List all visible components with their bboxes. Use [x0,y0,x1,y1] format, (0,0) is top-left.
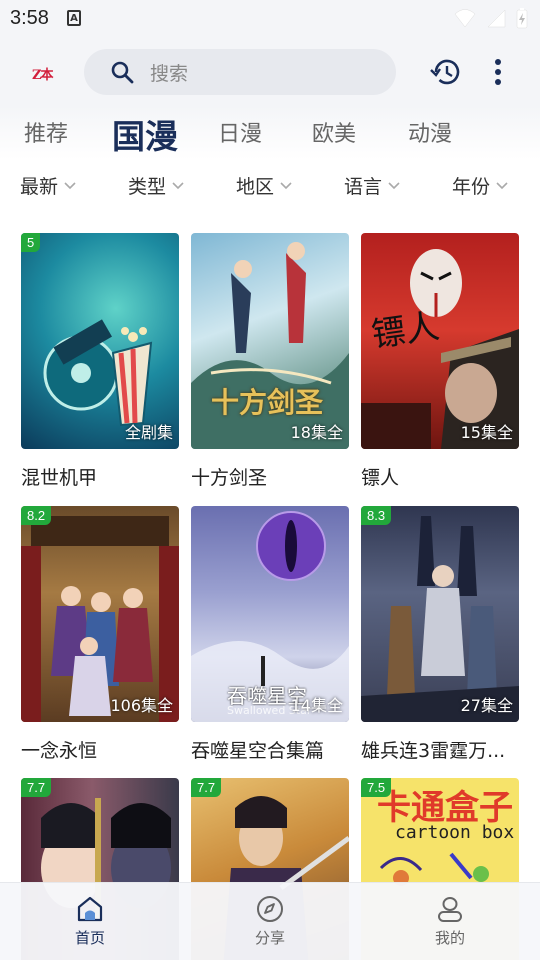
video-card[interactable]: 十方剑圣 18集全 十方剑圣 [191,233,349,490]
card-title: 一念永恒 [21,740,98,762]
app-logo[interactable]: Z本 [32,64,53,83]
score-badge: 5 [21,233,41,252]
nav-label: 我的 [434,929,465,947]
filter-label: 年份 [452,176,491,198]
card-title: 雄兵连3雷霆万... [361,740,506,762]
chevron-down-icon [388,181,400,189]
poster-image: 8.3 27集全 [361,506,519,722]
search-icon [111,61,134,84]
tab-riman[interactable]: 日漫 [218,116,262,148]
score-badge: 8.2 [21,506,52,525]
search-input[interactable]: 搜索 [84,49,396,95]
chevron-down-icon [496,181,508,189]
episode-count: 106集全 [110,696,173,715]
filter-label: 语言 [344,176,383,198]
video-card[interactable]: 8.2 106集全 一念永恒 [21,506,179,763]
nav-share[interactable]: 分享 [230,895,310,948]
poster-image: 吞噬星空 Swallowed Star 14集全 [191,506,349,722]
tab-dongman[interactable]: 动漫 [408,116,452,148]
filter-type[interactable]: 类型 [128,172,184,199]
search-placeholder: 搜索 [150,62,189,85]
tab-oumei[interactable]: 欧美 [312,116,356,148]
video-card[interactable]: 8.3 27集全 雄兵连3雷霆万... [361,506,519,763]
poster-title-art: 镖人 [369,306,442,356]
status-indicators [454,7,528,29]
episode-count: 14集全 [290,696,343,715]
chevron-down-icon [64,181,76,189]
nav-home[interactable]: 首页 [50,895,130,948]
notification-icon: A [66,10,81,26]
history-icon[interactable] [430,58,460,86]
filter-region[interactable]: 地区 [236,172,292,199]
tab-recommend[interactable]: 推荐 [24,116,68,148]
poster-illustration [21,516,179,722]
filter-language[interactable]: 语言 [344,172,400,199]
card-title: 混世机甲 [21,467,98,489]
filter-label: 地区 [236,176,275,198]
score-badge: 8.3 [361,506,392,525]
chevron-down-icon [172,181,184,189]
signal-icon [487,9,506,28]
chevron-down-icon [280,181,292,189]
score-badge: 7.5 [361,778,392,797]
film-illustration [43,319,153,427]
poster-image: 镖人 15集全 [361,233,519,449]
filter-label: 类型 [128,176,167,198]
battery-icon [516,8,528,29]
nav-label: 分享 [254,929,285,947]
video-card[interactable]: 吞噬星空 Swallowed Star 14集全 吞噬星空合集篇 [191,506,349,763]
poster-illustration [361,516,519,722]
video-card[interactable]: 5 全剧集 混世机甲 [21,233,179,490]
episode-count: 全剧集 [124,423,173,442]
card-title: 吞噬星空合集篇 [191,740,325,762]
card-title: 十方剑圣 [191,467,268,489]
card-title: 镖人 [361,467,400,489]
episode-count: 27集全 [460,696,513,715]
filter-label: 最新 [20,176,59,198]
poster-image: 十方剑圣 18集全 [191,233,349,449]
tab-guoman[interactable]: 国漫 [112,110,178,158]
filter-row: 最新 类型 地区 语言 年份 [0,166,540,206]
filter-latest[interactable]: 最新 [20,172,76,199]
app-header: Z本 搜索 [0,36,540,106]
poster-image: 8.2 106集全 [21,506,179,722]
bottom-nav: 首页 分享 我的 [0,882,540,960]
score-badge: 7.7 [21,778,52,797]
poster-title-art: 十方剑圣 [211,386,324,419]
episode-count: 15集全 [460,423,513,442]
home-icon [77,896,103,922]
category-tabs: 推荐 国漫 日漫 欧美 动漫 [0,106,540,160]
nav-profile[interactable]: 我的 [410,895,490,948]
user-icon [438,897,462,922]
nav-label: 首页 [74,929,105,947]
status-bar: 3:58 A [0,0,540,36]
wifi-icon [454,9,476,28]
filter-year[interactable]: 年份 [452,172,508,199]
compass-icon [257,896,283,922]
poster-image: 5 全剧集 [21,233,179,449]
episode-count: 18集全 [290,423,343,442]
score-badge: 7.7 [191,778,222,797]
status-time: 3:58 [10,6,49,29]
video-card[interactable]: 镖人 15集全 镖人 [361,233,519,490]
more-icon[interactable] [494,58,502,86]
